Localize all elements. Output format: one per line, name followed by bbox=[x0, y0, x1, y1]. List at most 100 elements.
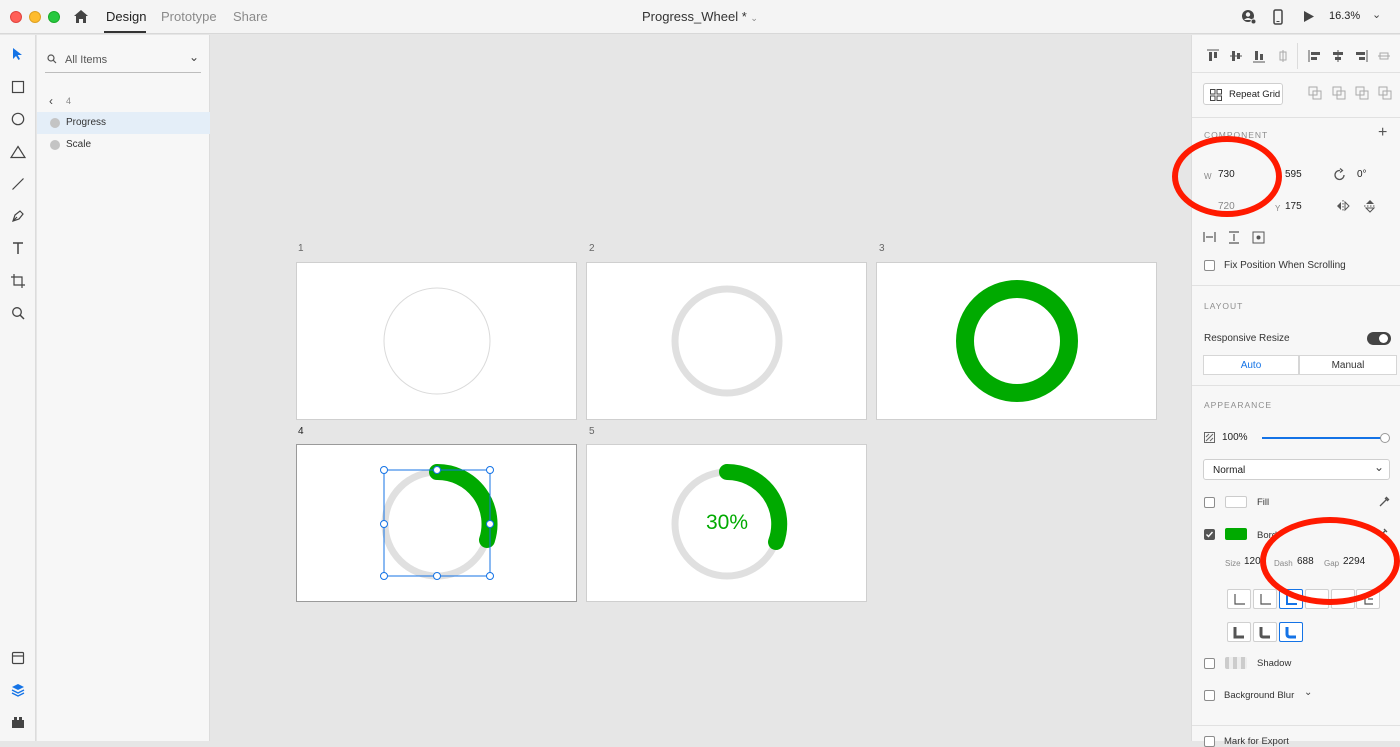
layer-item-progress[interactable]: Progress bbox=[37, 112, 210, 134]
layers-search-input[interactable]: All Items ⌄ bbox=[45, 49, 201, 73]
zoom-level[interactable]: 16.3% bbox=[1329, 10, 1360, 22]
artboard-label-4[interactable]: 4 bbox=[298, 426, 304, 437]
shadow-color-swatch[interactable] bbox=[1225, 657, 1247, 669]
assets-panel-icon[interactable] bbox=[6, 646, 30, 670]
artboard-3[interactable] bbox=[876, 262, 1157, 420]
artboard-1[interactable] bbox=[296, 262, 577, 420]
document-title[interactable]: Progress_Wheel * ⌄ bbox=[600, 9, 800, 24]
opacity-field[interactable]: 100% bbox=[1222, 432, 1248, 443]
maximize-window-button[interactable] bbox=[48, 11, 60, 23]
fix-position-checkbox[interactable] bbox=[1204, 260, 1215, 271]
pen-tool-icon[interactable] bbox=[6, 204, 30, 228]
fill-color-swatch[interactable] bbox=[1225, 496, 1247, 508]
user-account-icon[interactable] bbox=[1241, 9, 1257, 30]
zoom-chevron-down-icon[interactable]: ⌄ bbox=[1372, 8, 1381, 21]
play-preview-icon[interactable] bbox=[1303, 10, 1315, 28]
constraints-icon[interactable] bbox=[1252, 231, 1265, 244]
line-tool-icon[interactable] bbox=[6, 172, 30, 196]
border-size-field[interactable]: 120 bbox=[1244, 556, 1261, 567]
align-top-icon[interactable] bbox=[1206, 49, 1220, 63]
chevron-down-icon[interactable]: ⌄ bbox=[189, 50, 199, 64]
width-field[interactable]: 730 bbox=[1218, 169, 1235, 180]
boolean-exclude-icon[interactable] bbox=[1378, 86, 1392, 100]
artboard-label-2[interactable]: 2 bbox=[589, 243, 595, 254]
border-checkbox[interactable] bbox=[1204, 529, 1215, 540]
layers-panel-icon[interactable] bbox=[6, 678, 30, 702]
fill-checkbox[interactable] bbox=[1204, 497, 1215, 508]
artboard-4[interactable] bbox=[296, 444, 577, 602]
select-tool-icon[interactable] bbox=[6, 42, 30, 66]
stroke-join-miter-button[interactable] bbox=[1305, 589, 1329, 609]
boolean-intersect-icon[interactable] bbox=[1355, 86, 1369, 100]
boolean-add-icon[interactable] bbox=[1308, 86, 1322, 100]
rectangle-tool-icon[interactable] bbox=[6, 75, 30, 99]
height-field[interactable]: 595 bbox=[1285, 169, 1302, 180]
opacity-slider-knob[interactable] bbox=[1380, 433, 1390, 443]
eyedropper-icon[interactable] bbox=[1379, 527, 1389, 537]
eyedropper-icon[interactable] bbox=[1378, 496, 1390, 508]
artboard-label-5[interactable]: 5 bbox=[589, 426, 595, 437]
gap-field[interactable]: 2294 bbox=[1343, 556, 1365, 567]
layer-label: Scale bbox=[66, 139, 92, 150]
device-preview-icon[interactable] bbox=[1273, 9, 1283, 30]
stroke-outer-button[interactable] bbox=[1279, 589, 1303, 609]
flip-vertical-icon[interactable] bbox=[1364, 199, 1376, 213]
flip-horizontal-icon[interactable] bbox=[1336, 200, 1350, 212]
cap-square-button[interactable] bbox=[1279, 622, 1303, 642]
opacity-slider-track[interactable] bbox=[1262, 433, 1390, 443]
stroke-inner-button[interactable] bbox=[1227, 589, 1251, 609]
stroke-center-button[interactable] bbox=[1253, 589, 1277, 609]
artboard-label-1[interactable]: 1 bbox=[298, 243, 304, 254]
resize-auto-tab[interactable]: Auto bbox=[1203, 355, 1299, 375]
fixed-width-icon[interactable] bbox=[1203, 231, 1216, 243]
align-right-icon[interactable] bbox=[1354, 49, 1368, 63]
mark-for-export-checkbox[interactable] bbox=[1204, 736, 1215, 747]
back-arrow-icon[interactable]: ‹ bbox=[49, 94, 53, 108]
background-blur-checkbox[interactable] bbox=[1204, 690, 1215, 701]
stroke-join-bevel-button[interactable] bbox=[1356, 589, 1380, 609]
stroke-join-round-button[interactable] bbox=[1331, 589, 1355, 609]
add-component-plus-icon[interactable]: + bbox=[1378, 124, 1387, 142]
ellipse-tool-icon[interactable] bbox=[6, 107, 30, 131]
x-field[interactable]: 720 bbox=[1218, 201, 1235, 212]
artboard-tool-icon[interactable] bbox=[6, 269, 30, 293]
artboard-2[interactable] bbox=[586, 262, 867, 420]
fix-position-label: Fix Position When Scrolling bbox=[1224, 260, 1346, 271]
align-left-icon[interactable] bbox=[1308, 49, 1322, 63]
dash-field[interactable]: 688 bbox=[1297, 556, 1314, 567]
distribute-vertical-icon[interactable] bbox=[1276, 49, 1290, 63]
resize-manual-tab[interactable]: Manual bbox=[1299, 355, 1397, 375]
shadow-checkbox[interactable] bbox=[1204, 658, 1215, 669]
artboard-5[interactable]: 30% bbox=[586, 444, 867, 602]
distribute-horizontal-icon[interactable] bbox=[1377, 49, 1391, 63]
align-middle-icon[interactable] bbox=[1229, 49, 1243, 63]
zoom-tool-icon[interactable] bbox=[6, 301, 30, 325]
repeat-grid-button[interactable]: Repeat Grid bbox=[1203, 83, 1283, 105]
layer-item-scale[interactable]: Scale bbox=[37, 134, 210, 156]
text-tool-icon[interactable] bbox=[6, 236, 30, 260]
tab-prototype[interactable]: Prototype bbox=[161, 9, 217, 24]
cap-round-button[interactable] bbox=[1253, 622, 1277, 642]
home-icon[interactable] bbox=[73, 9, 89, 29]
background-blur-label: Background Blur bbox=[1224, 690, 1295, 701]
responsive-resize-toggle[interactable] bbox=[1367, 332, 1391, 345]
close-window-button[interactable] bbox=[10, 11, 22, 23]
rotation-field[interactable]: 0° bbox=[1357, 169, 1367, 180]
plugins-panel-icon[interactable] bbox=[6, 710, 30, 734]
search-placeholder: All Items bbox=[65, 54, 108, 66]
polygon-tool-icon[interactable] bbox=[6, 140, 30, 164]
tab-design[interactable]: Design bbox=[106, 9, 146, 24]
fixed-height-icon[interactable] bbox=[1228, 231, 1240, 244]
minimize-window-button[interactable] bbox=[29, 11, 41, 23]
border-color-swatch[interactable] bbox=[1225, 528, 1247, 540]
chevron-down-icon[interactable]: ⌄ bbox=[1304, 687, 1312, 698]
align-bottom-icon[interactable] bbox=[1252, 49, 1266, 63]
align-center-icon[interactable] bbox=[1331, 49, 1345, 63]
cap-butt-button[interactable] bbox=[1227, 622, 1251, 642]
opacity-icon bbox=[1204, 432, 1215, 443]
blend-mode-select[interactable]: Normal ⌄ bbox=[1203, 459, 1390, 480]
boolean-subtract-icon[interactable] bbox=[1332, 86, 1346, 100]
artboard-label-3[interactable]: 3 bbox=[879, 243, 885, 254]
y-field[interactable]: 175 bbox=[1285, 201, 1302, 212]
tab-share[interactable]: Share bbox=[233, 9, 268, 24]
